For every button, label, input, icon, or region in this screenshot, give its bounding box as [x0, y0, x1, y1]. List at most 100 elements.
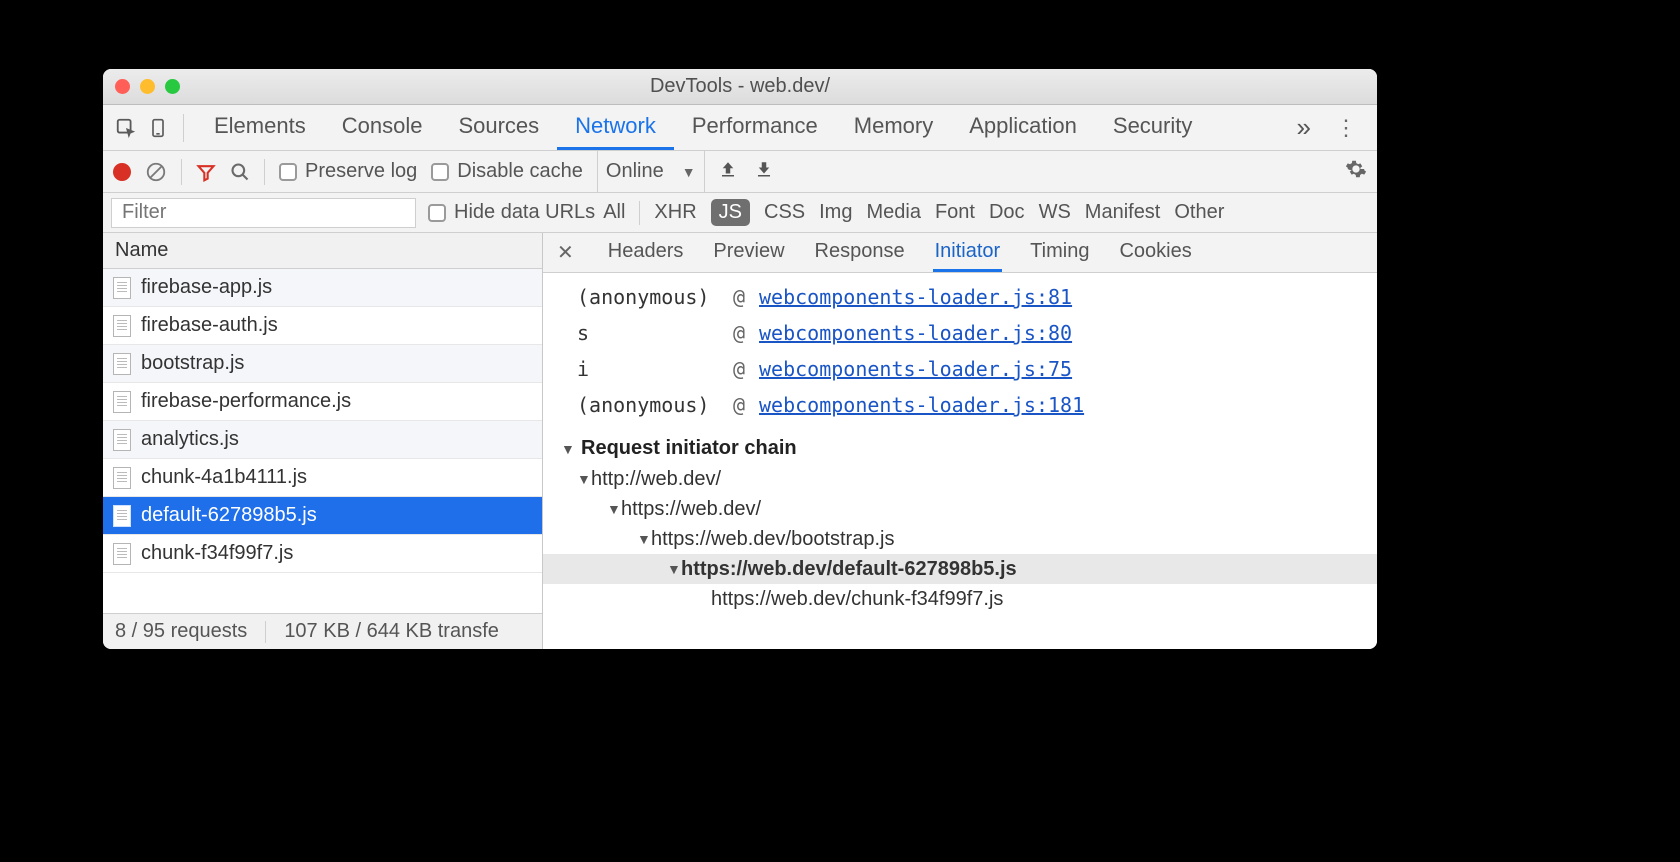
- stack-frame: (anonymous)@webcomponents-loader.js:81: [543, 279, 1377, 315]
- detail-tab-initiator[interactable]: Initiator: [933, 234, 1003, 272]
- detail-tab-timing[interactable]: Timing: [1028, 234, 1091, 272]
- status-bar: 8 / 95 requests 107 KB / 644 KB transfe: [103, 613, 542, 649]
- chevron-down-icon: ▼: [682, 164, 696, 180]
- panel-tab-network[interactable]: Network: [557, 105, 674, 150]
- stack-link[interactable]: webcomponents-loader.js:75: [759, 357, 1072, 381]
- divider: [183, 114, 184, 142]
- at-symbol: @: [733, 321, 759, 345]
- chain-row[interactable]: ▼ https://web.dev/bootstrap.js: [543, 524, 1377, 554]
- type-filter-manifest[interactable]: Manifest: [1085, 201, 1161, 224]
- request-row[interactable]: bootstrap.js: [103, 345, 542, 383]
- request-list: firebase-app.js firebase-auth.js bootstrap…: [103, 269, 542, 613]
- initiator-chain: ▼ http://web.dev/▼ https://web.dev/▼ htt…: [543, 464, 1377, 614]
- divider: [639, 201, 640, 225]
- type-filter-css[interactable]: CSS: [764, 201, 805, 224]
- search-icon[interactable]: [230, 162, 250, 182]
- file-icon: [113, 467, 131, 489]
- request-list-pane: Name firebase-app.js firebase-auth.js boot…: [103, 233, 543, 649]
- request-row[interactable]: chunk-f34f99f7.js: [103, 535, 542, 573]
- request-row[interactable]: firebase-performance.js: [103, 383, 542, 421]
- panel-tab-memory[interactable]: Memory: [836, 105, 951, 150]
- stack-fn: (anonymous): [543, 393, 733, 417]
- type-filter-js[interactable]: JS: [711, 199, 750, 226]
- request-row[interactable]: firebase-auth.js: [103, 307, 542, 345]
- request-name: default-627898b5.js: [141, 504, 317, 527]
- detail-pane: ✕ Headers Preview Response Initiator Timing C…: [543, 233, 1377, 649]
- chain-url: https://web.dev/chunk-f34f99f7.js: [711, 588, 1003, 611]
- request-row[interactable]: chunk-4a1b4111.js: [103, 459, 542, 497]
- panel-tabs: ElementsConsoleSourcesNetworkPerformance…: [196, 105, 1281, 150]
- detail-tabs: ✕ Headers Preview Response Initiator Timing C…: [543, 233, 1377, 273]
- chain-row[interactable]: ▼ https://web.dev/: [543, 494, 1377, 524]
- chain-row[interactable]: ▼ https://web.dev/default-627898b5.js: [543, 554, 1377, 584]
- devtools-window: DevTools - web.dev/ ElementsConsoleSourc…: [103, 69, 1377, 649]
- minimize-window-button[interactable]: [140, 79, 155, 94]
- stack-fn: s: [543, 321, 733, 345]
- request-row[interactable]: default-627898b5.js: [103, 497, 542, 535]
- chain-url: https://web.dev/default-627898b5.js: [681, 558, 1017, 581]
- filter-all[interactable]: All: [603, 201, 625, 224]
- window-title: DevTools - web.dev/: [103, 75, 1377, 98]
- detail-tab-cookies[interactable]: Cookies: [1117, 234, 1193, 272]
- panel-tab-console[interactable]: Console: [324, 105, 441, 150]
- request-name: bootstrap.js: [141, 352, 244, 375]
- disable-cache-checkbox[interactable]: Disable cache: [431, 160, 583, 183]
- panel-tab-elements[interactable]: Elements: [196, 105, 324, 150]
- type-filter-bar: All XHR JS CSS Img Media Font Doc WS Manifest Oth…: [603, 199, 1377, 226]
- panel-tab-performance[interactable]: Performance: [674, 105, 836, 150]
- disclosure-triangle-icon: ▼: [577, 471, 591, 487]
- clear-button[interactable]: [145, 161, 167, 183]
- type-filter-ws[interactable]: WS: [1039, 201, 1071, 224]
- at-symbol: @: [733, 285, 759, 309]
- request-row[interactable]: firebase-app.js: [103, 269, 542, 307]
- panel-tab-sources[interactable]: Sources: [440, 105, 557, 150]
- type-filter-xhr[interactable]: XHR: [654, 201, 696, 224]
- file-icon: [113, 429, 131, 451]
- device-toolbar-icon[interactable]: [145, 115, 171, 141]
- detail-tab-headers[interactable]: Headers: [606, 234, 686, 272]
- chain-row[interactable]: ▼ http://web.dev/: [543, 464, 1377, 494]
- type-filter-other[interactable]: Other: [1174, 201, 1224, 224]
- divider: [265, 621, 266, 643]
- panel-tab-application[interactable]: Application: [951, 105, 1095, 150]
- fullscreen-window-button[interactable]: [165, 79, 180, 94]
- column-header-name[interactable]: Name: [103, 233, 542, 269]
- chain-row[interactable]: https://web.dev/chunk-f34f99f7.js: [543, 584, 1377, 614]
- status-transfer: 107 KB / 644 KB transfe: [284, 620, 499, 643]
- type-filter-img[interactable]: Img: [819, 201, 852, 224]
- chain-url: https://web.dev/bootstrap.js: [651, 528, 894, 551]
- detail-tab-preview[interactable]: Preview: [711, 234, 786, 272]
- kebab-menu-icon[interactable]: ⋮: [1327, 115, 1367, 141]
- throttling-select[interactable]: Online ▼: [597, 151, 705, 192]
- upload-har-icon[interactable]: [719, 159, 737, 185]
- throttling-value: Online: [606, 160, 664, 183]
- download-har-icon[interactable]: [755, 159, 773, 185]
- chain-url: https://web.dev/: [621, 498, 761, 521]
- settings-icon[interactable]: [1345, 158, 1367, 186]
- stack-link[interactable]: webcomponents-loader.js:181: [759, 393, 1084, 417]
- request-name: analytics.js: [141, 428, 239, 451]
- type-filter-doc[interactable]: Doc: [989, 201, 1025, 224]
- close-window-button[interactable]: [115, 79, 130, 94]
- stack-link[interactable]: webcomponents-loader.js:81: [759, 285, 1072, 309]
- at-symbol: @: [733, 393, 759, 417]
- close-detail-icon[interactable]: ✕: [557, 240, 580, 265]
- stack-link[interactable]: webcomponents-loader.js:80: [759, 321, 1072, 345]
- request-name: firebase-auth.js: [141, 314, 278, 337]
- request-name: chunk-4a1b4111.js: [141, 466, 307, 489]
- tabs-overflow-icon[interactable]: »: [1287, 112, 1321, 143]
- type-filter-media[interactable]: Media: [866, 201, 920, 224]
- type-filter-font[interactable]: Font: [935, 201, 975, 224]
- file-icon: [113, 505, 131, 527]
- request-row[interactable]: analytics.js: [103, 421, 542, 459]
- panel-tab-security[interactable]: Security: [1095, 105, 1210, 150]
- detail-tab-response[interactable]: Response: [813, 234, 907, 272]
- hide-data-urls-checkbox[interactable]: Hide data URLs: [428, 201, 595, 224]
- preserve-log-checkbox[interactable]: Preserve log: [279, 160, 417, 183]
- filter-toggle-icon[interactable]: [196, 162, 216, 182]
- filter-input[interactable]: [111, 198, 416, 228]
- file-icon: [113, 391, 131, 413]
- record-button[interactable]: [113, 163, 131, 181]
- inspect-element-icon[interactable]: [113, 115, 139, 141]
- window-controls: [115, 79, 180, 94]
